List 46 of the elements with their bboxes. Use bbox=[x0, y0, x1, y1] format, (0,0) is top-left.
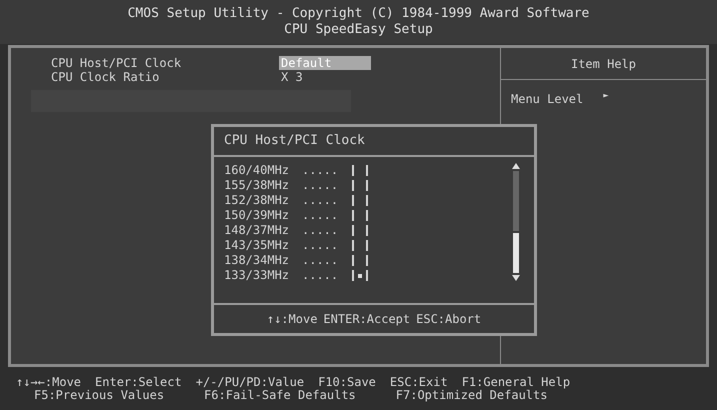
option-marker[interactable] bbox=[352, 225, 368, 236]
key-hint: F5:Previous Values bbox=[34, 388, 164, 402]
option-label[interactable]: 143/35MHz bbox=[224, 238, 302, 253]
option-label[interactable]: 148/37MHz bbox=[224, 223, 302, 238]
leader-dots: ..... bbox=[302, 178, 340, 193]
leader-dots: ..... bbox=[302, 253, 340, 268]
option-marker[interactable] bbox=[352, 165, 368, 176]
option-marker[interactable] bbox=[352, 180, 368, 191]
key-hint: ↑↓:Move bbox=[266, 311, 318, 328]
option-marker[interactable] bbox=[352, 255, 368, 266]
utility-title: CMOS Setup Utility - Copyright (C) 1984-1999 Award Software bbox=[128, 6, 590, 22]
option-label[interactable]: 160/40MHz bbox=[224, 163, 302, 178]
option-label[interactable]: 133/33MHz bbox=[224, 268, 302, 283]
option-marker[interactable] bbox=[352, 210, 368, 221]
option-label[interactable]: 152/38MHz bbox=[224, 193, 302, 208]
field-label: CPU Host/PCI Clock bbox=[51, 56, 182, 70]
option-marker[interactable] bbox=[352, 270, 368, 281]
option-marker[interactable] bbox=[352, 240, 368, 251]
key-hint: ESC:Exit bbox=[390, 376, 448, 388]
key-hint: F7:Optimized Defaults bbox=[396, 388, 548, 402]
key-hint: F6:Fail-Safe Defaults bbox=[204, 388, 356, 402]
key-hint: +/-/PU/PD:Value bbox=[196, 376, 304, 388]
option-label[interactable]: 155/38MHz bbox=[224, 178, 302, 193]
key-hint: ↑↓→←:Move bbox=[16, 376, 82, 388]
key-hint: F1:General Help bbox=[462, 376, 570, 388]
option-label[interactable]: 150/39MHz bbox=[224, 208, 302, 223]
menu-level-label: Menu Level bbox=[511, 91, 584, 108]
field-label: CPU Clock Ratio bbox=[51, 70, 160, 84]
leader-dots: ..... bbox=[302, 268, 340, 283]
scrollbar[interactable] bbox=[512, 163, 520, 281]
leader-dots: ..... bbox=[302, 223, 340, 238]
option-marker[interactable] bbox=[352, 195, 368, 206]
leader-dots: ..... bbox=[302, 193, 340, 208]
option-label[interactable]: 138/34MHz bbox=[224, 253, 302, 268]
key-hint: ENTER:Accept bbox=[323, 311, 410, 328]
leader-dots: ..... bbox=[302, 163, 340, 178]
popup-title: CPU Host/PCI Clock bbox=[214, 127, 534, 157]
page-title: CPU SpeedEasy Setup bbox=[284, 22, 433, 38]
field-value[interactable]: X 3 bbox=[279, 70, 305, 84]
leader-dots: ..... bbox=[302, 208, 340, 223]
key-hint: Enter:Select bbox=[95, 376, 182, 388]
key-hint: ESC:Abort bbox=[416, 311, 482, 328]
key-hint: F10:Save bbox=[318, 376, 376, 388]
help-title: Item Help bbox=[501, 48, 706, 80]
menu-level-marker: ► bbox=[603, 90, 609, 103]
leader-dots: ..... bbox=[302, 238, 340, 253]
